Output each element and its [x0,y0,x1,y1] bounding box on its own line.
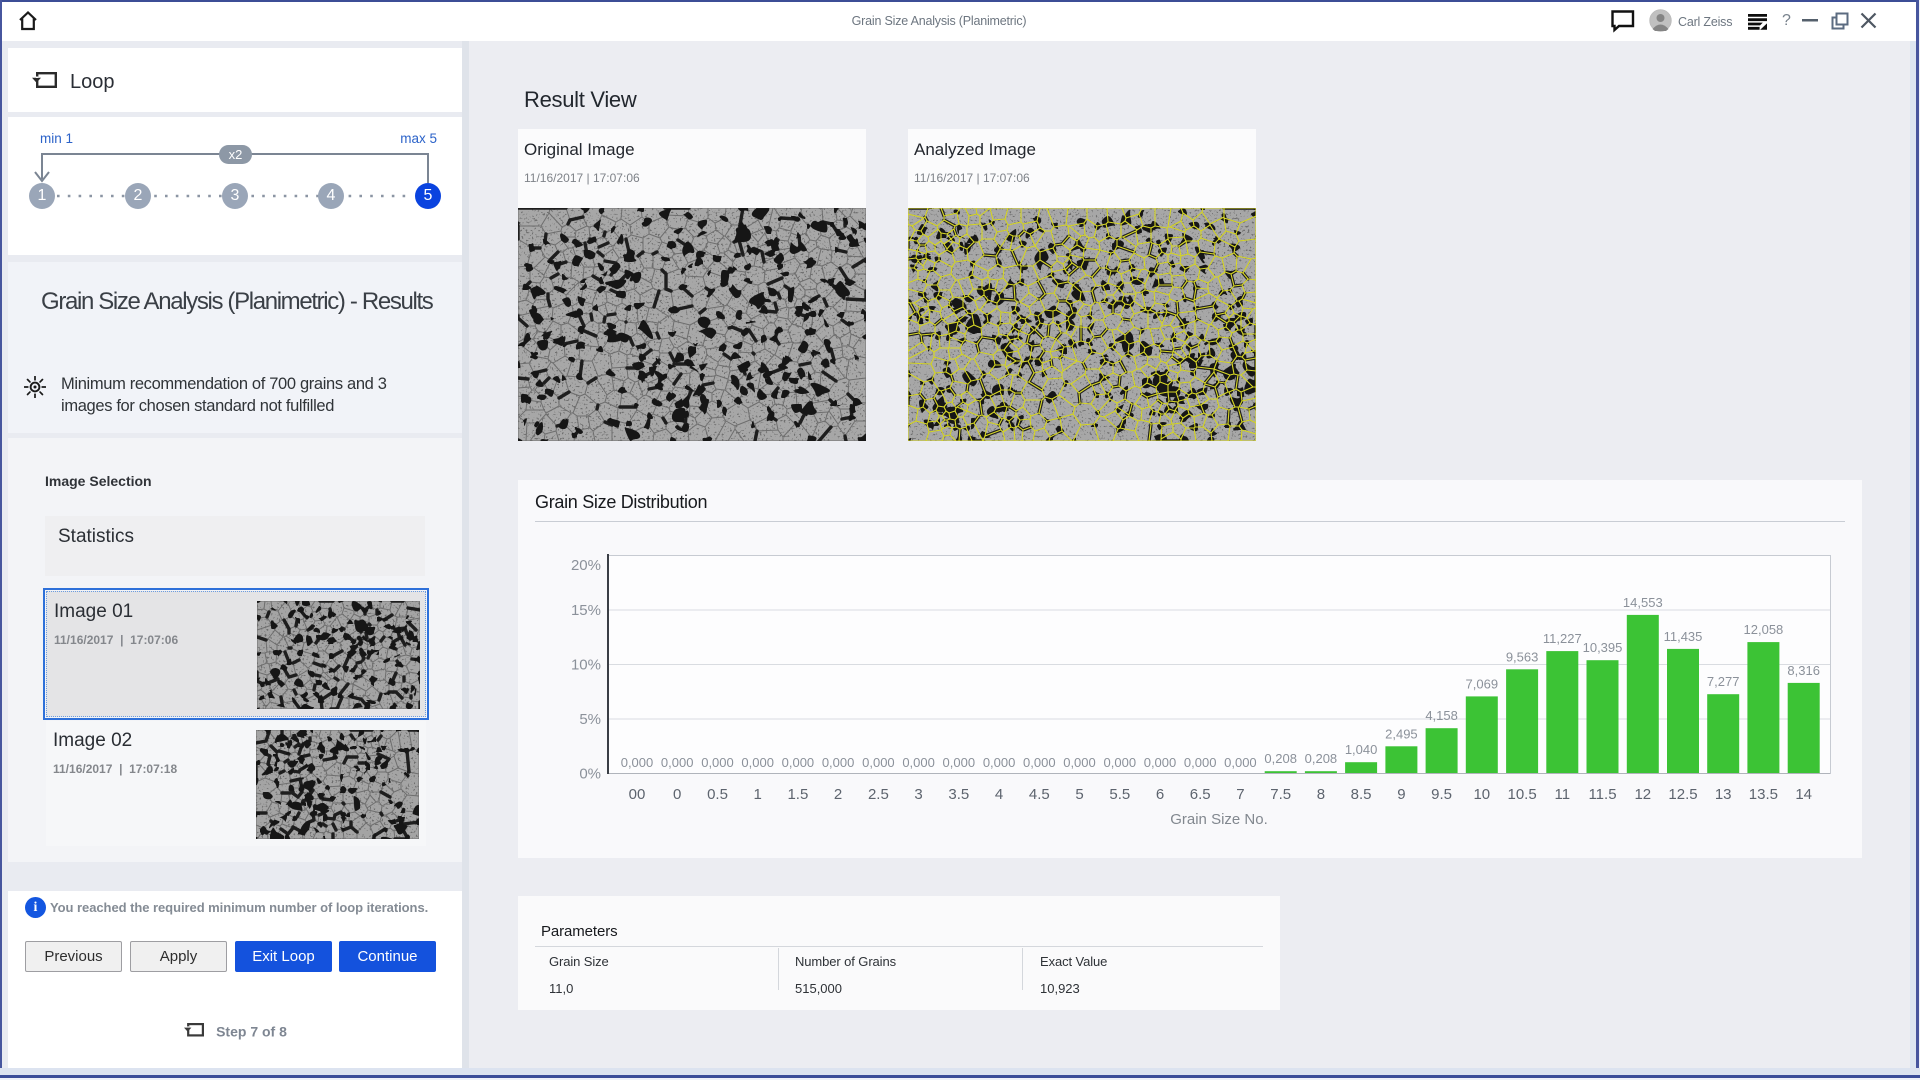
svg-text:5: 5 [1075,786,1083,803]
svg-text:13.5: 13.5 [1749,786,1778,803]
svg-text:0,000: 0,000 [943,755,976,770]
svg-text:0.5: 0.5 [707,786,728,803]
svg-text:0,000: 0,000 [902,755,935,770]
svg-text:10%: 10% [571,657,601,674]
svg-text:4,158: 4,158 [1425,708,1458,723]
svg-text:11: 11 [1555,786,1571,803]
svg-text:8,316: 8,316 [1787,663,1820,678]
svg-text:12: 12 [1634,786,1651,803]
svg-text:1.5: 1.5 [787,786,808,803]
svg-text:Grain Size No.: Grain Size No. [1170,811,1268,828]
svg-text:20%: 20% [571,557,601,574]
svg-text:0: 0 [673,786,681,803]
svg-text:7,277: 7,277 [1707,674,1740,689]
svg-text:0,000: 0,000 [822,755,855,770]
svg-text:5%: 5% [579,711,601,728]
svg-text:0,000: 0,000 [621,755,654,770]
svg-text:3.5: 3.5 [948,786,969,803]
svg-text:9,563: 9,563 [1506,649,1539,664]
svg-text:6: 6 [1156,786,1164,803]
svg-text:14: 14 [1795,786,1812,803]
svg-text:5.5: 5.5 [1109,786,1130,803]
svg-text:11.5: 11.5 [1588,786,1616,803]
svg-text:2: 2 [834,786,842,803]
svg-text:7: 7 [1236,786,1244,803]
svg-text:13: 13 [1715,786,1732,803]
svg-text:2.5: 2.5 [868,786,889,803]
svg-text:12,058: 12,058 [1744,622,1784,637]
svg-text:00: 00 [629,786,646,803]
svg-text:0,000: 0,000 [741,755,774,770]
svg-text:7.5: 7.5 [1270,786,1291,803]
svg-text:0,000: 0,000 [661,755,694,770]
svg-text:2,495: 2,495 [1385,726,1418,741]
svg-text:0,000: 0,000 [1063,755,1096,770]
svg-text:4.5: 4.5 [1029,786,1050,803]
svg-text:11,435: 11,435 [1664,629,1703,644]
svg-text:12.5: 12.5 [1668,786,1697,803]
svg-text:8.5: 8.5 [1351,786,1372,803]
svg-text:0,000: 0,000 [1023,755,1056,770]
svg-text:1,040: 1,040 [1345,742,1378,757]
svg-text:7,069: 7,069 [1466,676,1499,691]
svg-text:1: 1 [754,786,762,803]
svg-text:0,000: 0,000 [1144,755,1177,770]
svg-text:9: 9 [1397,786,1405,803]
svg-text:0,000: 0,000 [1184,755,1217,770]
svg-text:3: 3 [914,786,922,803]
svg-text:10.5: 10.5 [1507,786,1536,803]
svg-text:0,208: 0,208 [1305,751,1338,766]
svg-text:0,208: 0,208 [1264,751,1297,766]
svg-text:0,000: 0,000 [983,755,1016,770]
svg-text:9.5: 9.5 [1431,786,1452,803]
svg-text:0%: 0% [579,766,601,783]
svg-text:10,395: 10,395 [1583,640,1623,655]
svg-text:8: 8 [1317,786,1325,803]
svg-text:0,000: 0,000 [862,755,895,770]
svg-text:14,553: 14,553 [1623,595,1663,610]
svg-text:0,000: 0,000 [701,755,734,770]
svg-text:10: 10 [1473,786,1490,803]
svg-text:0,000: 0,000 [1104,755,1137,770]
svg-text:0,000: 0,000 [1224,755,1257,770]
svg-text:15%: 15% [571,602,601,619]
svg-text:0,000: 0,000 [782,755,815,770]
svg-text:11,227: 11,227 [1543,631,1582,646]
svg-text:6.5: 6.5 [1190,786,1211,803]
svg-text:4: 4 [995,786,1003,803]
